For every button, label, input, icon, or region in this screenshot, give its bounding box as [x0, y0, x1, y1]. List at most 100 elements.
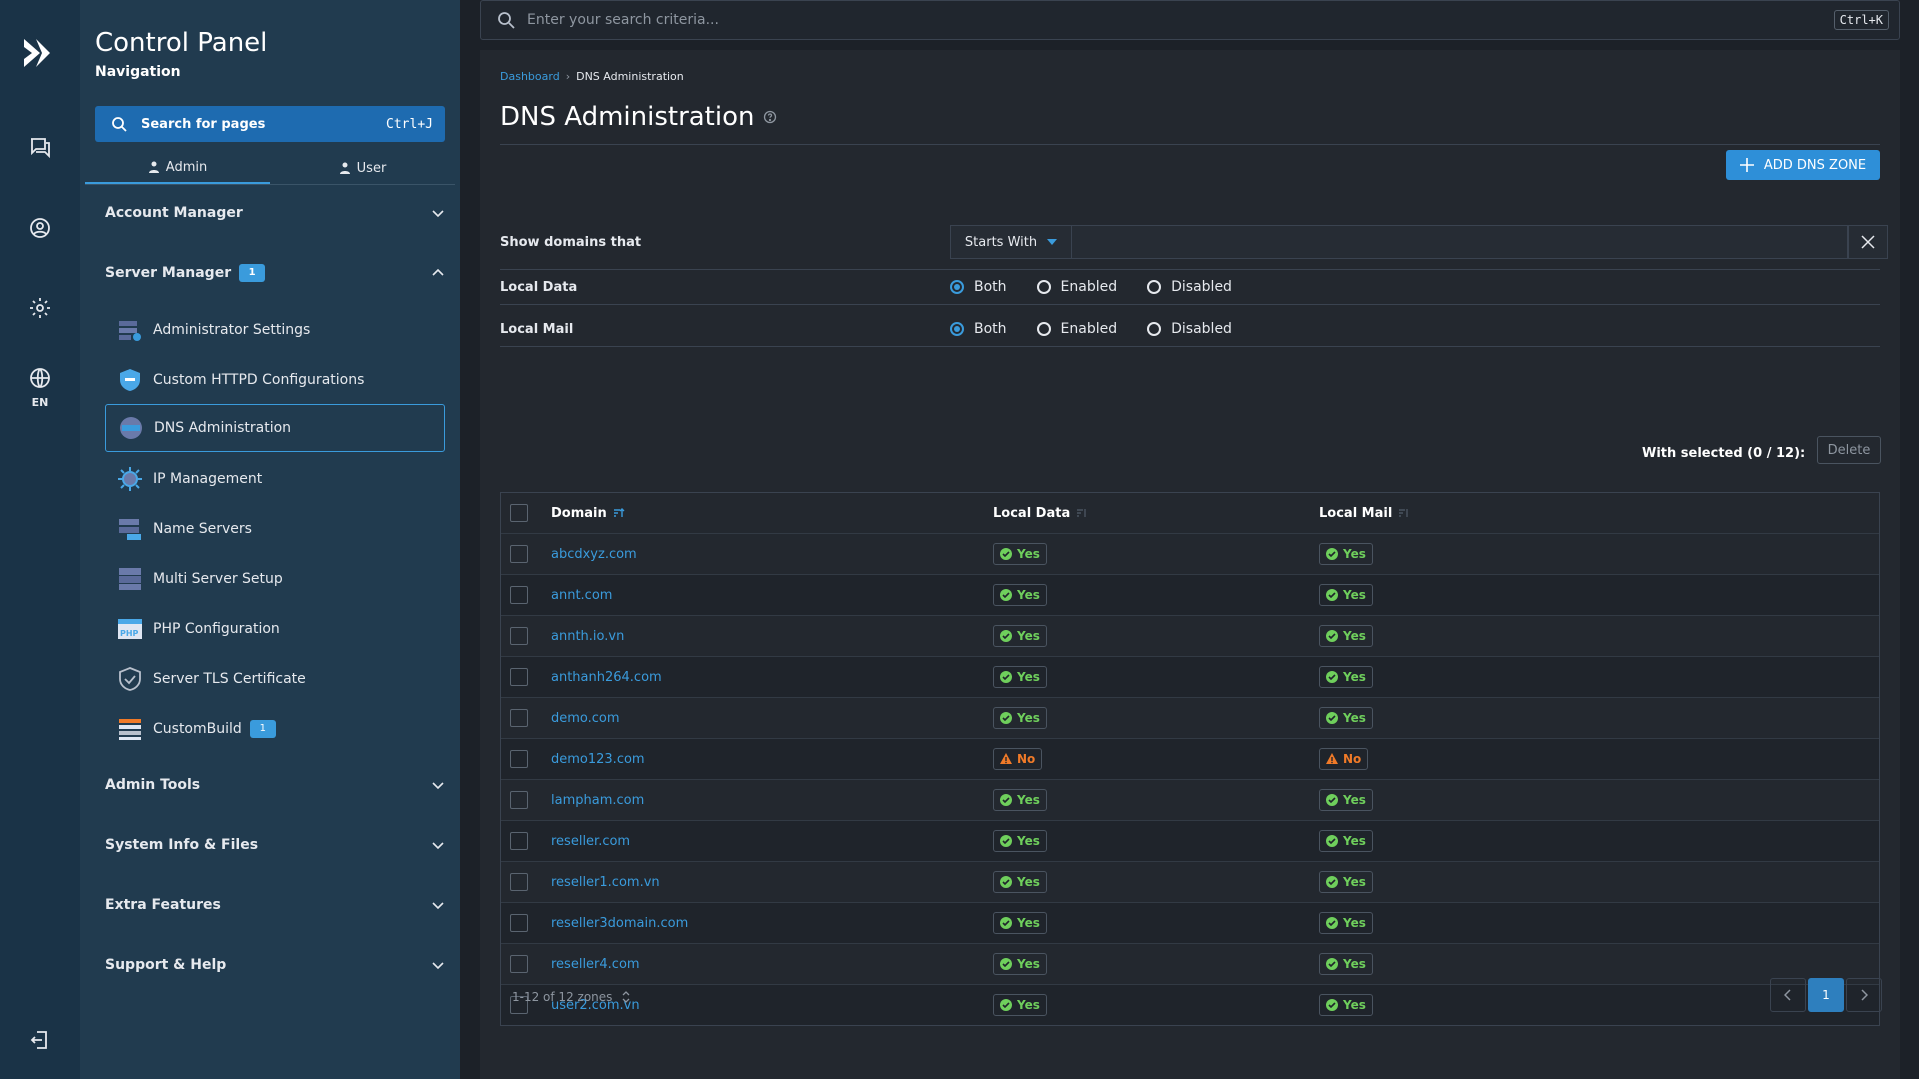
add-dns-zone-label: ADD DNS ZONE [1763, 157, 1867, 173]
sidebar-item-label: Administrator Settings [153, 322, 311, 338]
row-checkbox[interactable] [510, 668, 528, 686]
radio-label: Both [974, 279, 1007, 295]
pagination-summary: 1-12 of 12 zones [512, 990, 630, 1004]
count-badge: 1 [239, 264, 266, 282]
local-mail-enabled-radio[interactable]: Enabled [1036, 321, 1117, 337]
row-checkbox[interactable] [510, 750, 528, 768]
status-badge-yes: Yes [1319, 994, 1373, 1016]
clear-filter-button[interactable] [1848, 225, 1888, 259]
status-text: Yes [1343, 629, 1366, 643]
next-page-button[interactable] [1846, 978, 1882, 1012]
status-badge-yes: Yes [993, 666, 1047, 688]
page-title-text: DNS Administration [500, 102, 755, 132]
sidebar-item-label: PHP Configuration [153, 621, 280, 637]
filter-mode-select[interactable]: Starts With [950, 225, 1072, 259]
row-checkbox[interactable] [510, 914, 528, 932]
column-header-local-mail[interactable]: Local Mail [1319, 506, 1410, 521]
local-data-cell: Yes [993, 666, 1047, 688]
domain-link[interactable]: annt.com [551, 588, 612, 603]
shield-check-icon [117, 666, 143, 692]
logout-icon[interactable] [24, 1024, 56, 1056]
multi-server-icon [117, 566, 143, 592]
section-admin-tools[interactable]: Admin Tools [105, 770, 445, 800]
sidebar-item-custom-httpd[interactable]: Custom HTTPD Configurations [105, 356, 445, 404]
domain-link[interactable]: reseller3domain.com [551, 916, 688, 931]
page-search-button[interactable]: Search for pages Ctrl+J [95, 106, 445, 142]
domain-link[interactable]: anthanh264.com [551, 670, 662, 685]
sidebar-item-custombuild[interactable]: CustomBuild 1 [105, 705, 445, 753]
breadcrumb-dashboard[interactable]: Dashboard [500, 70, 560, 83]
column-header-label: Domain [551, 505, 607, 521]
select-all-checkbox[interactable] [510, 504, 528, 522]
section-extra-features[interactable]: Extra Features [105, 890, 445, 920]
local-mail-disabled-radio[interactable]: Disabled [1147, 321, 1232, 337]
table-row: annt.com Yes Yes [501, 575, 1879, 616]
section-system-info[interactable]: System Info & Files [105, 830, 445, 860]
global-search-input[interactable]: Enter your search criteria... Ctrl+K [480, 0, 1900, 40]
page-button[interactable]: 1 [1808, 978, 1844, 1012]
prev-page-button[interactable] [1770, 978, 1806, 1012]
row-checkbox[interactable] [510, 709, 528, 727]
column-header-domain[interactable]: Domain [551, 506, 625, 521]
domain-cell: reseller3domain.com [551, 916, 688, 931]
count-badge: 1 [249, 720, 276, 738]
local-mail-both-radio[interactable]: Both [950, 321, 1007, 337]
domain-cell: reseller1.com.vn [551, 875, 660, 890]
status-text: Yes [1343, 998, 1366, 1012]
domain-link[interactable]: reseller1.com.vn [551, 875, 660, 890]
globe-icon[interactable] [24, 362, 56, 394]
section-support-help[interactable]: Support & Help [105, 950, 445, 980]
sidebar-item-name-servers[interactable]: Name Servers [105, 505, 445, 553]
section-server-manager[interactable]: Server Manager 1 [105, 258, 445, 288]
status-badge-no: No [1319, 748, 1369, 770]
row-checkbox[interactable] [510, 586, 528, 604]
sidebar-item-multi-server-setup[interactable]: Multi Server Setup [105, 555, 445, 603]
domain-link[interactable]: lampham.com [551, 793, 644, 808]
page-title: DNS Administration [500, 102, 777, 132]
local-data-enabled-radio[interactable]: Enabled [1036, 279, 1117, 295]
server-stack-icon [117, 516, 143, 542]
domain-link[interactable]: demo123.com [551, 752, 645, 767]
row-checkbox[interactable] [510, 873, 528, 891]
domain-link[interactable]: demo.com [551, 711, 620, 726]
status-text: Yes [1017, 834, 1040, 848]
check-circle-icon [1326, 671, 1338, 683]
row-checkbox[interactable] [510, 545, 528, 563]
gear-icon[interactable] [24, 292, 56, 324]
status-text: Yes [1343, 916, 1366, 930]
filter-text-input[interactable] [1072, 225, 1848, 259]
tab-user[interactable]: User [270, 152, 455, 184]
shield-icon [117, 367, 143, 393]
domain-link[interactable]: reseller.com [551, 834, 630, 849]
status-badge-yes: Yes [1319, 584, 1373, 606]
section-account-manager[interactable]: Account Manager [105, 198, 445, 228]
sidebar-item-ip-management[interactable]: IP Management [105, 455, 445, 503]
row-checkbox[interactable] [510, 832, 528, 850]
row-checkbox[interactable] [510, 791, 528, 809]
help-icon[interactable] [763, 110, 777, 124]
column-header-local-data[interactable]: Local Data [993, 506, 1088, 521]
row-checkbox[interactable] [510, 627, 528, 645]
search-icon [112, 117, 127, 132]
check-circle-icon [1000, 548, 1012, 560]
add-dns-zone-button[interactable]: ADD DNS ZONE [1726, 150, 1880, 180]
sidebar-item-php-configuration[interactable]: PHP PHP Configuration [105, 605, 445, 653]
language-label[interactable]: EN [20, 396, 60, 409]
status-badge-yes: Yes [1319, 953, 1373, 975]
sidebar-item-administrator-settings[interactable]: Administrator Settings [105, 306, 445, 354]
domain-link[interactable]: abcdxyz.com [551, 547, 637, 562]
sidebar-item-dns-administration[interactable]: DNS Administration [105, 404, 445, 452]
domain-link[interactable]: annth.io.vn [551, 629, 624, 644]
user-circle-icon[interactable] [24, 212, 56, 244]
row-checkbox[interactable] [510, 955, 528, 973]
local-mail-row: Local Mail Both Enabled Disabled [500, 312, 1880, 347]
sidebar-item-server-tls-certificate[interactable]: Server TLS Certificate [105, 655, 445, 703]
domain-link[interactable]: reseller4.com [551, 957, 640, 972]
sort-toggle-icon[interactable] [622, 991, 630, 1003]
local-data-both-radio[interactable]: Both [950, 279, 1007, 295]
local-data-disabled-radio[interactable]: Disabled [1147, 279, 1232, 295]
tab-admin[interactable]: Admin [85, 152, 270, 184]
delete-button[interactable]: Delete [1817, 436, 1881, 464]
logo-icon[interactable] [20, 33, 60, 73]
chat-icon[interactable] [24, 131, 56, 163]
